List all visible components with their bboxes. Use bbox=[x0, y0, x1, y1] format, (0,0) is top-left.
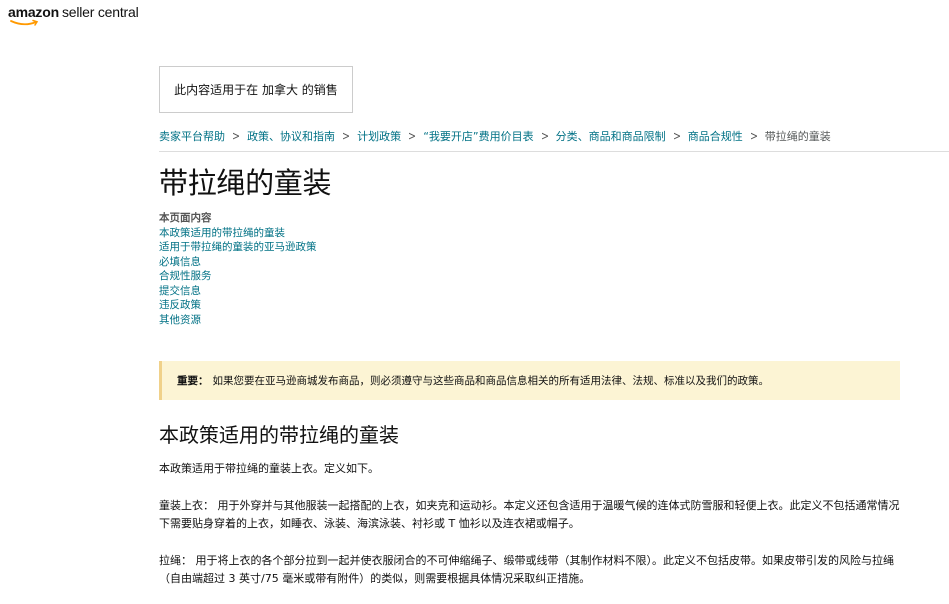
definition-text: 用于将上衣的各个部分拉到一起并使衣服闭合的不可伸缩绳子、缎带或线带（其制作材料不… bbox=[159, 554, 894, 585]
definition-children-outerwear: 童装上衣： 用于外穿并与其他服装一起搭配的上衣，如夹克和运动衫。本定义还包含适用… bbox=[159, 497, 904, 533]
definition-term: 拉绳： bbox=[159, 554, 192, 567]
page: amazon seller central 此内容适用于在 加拿大 的销售 卖家… bbox=[0, 0, 949, 604]
definition-drawstring: 拉绳： 用于将上衣的各个部分拉到一起并使衣服闭合的不可伸缩绳子、缎带或线带（其制… bbox=[159, 552, 904, 588]
breadcrumb-divider bbox=[159, 151, 949, 152]
breadcrumb-link-program-policies[interactable]: 计划政策 bbox=[357, 128, 401, 144]
amazon-smile-icon bbox=[10, 19, 39, 26]
chevron-right-icon: > bbox=[408, 129, 417, 143]
breadcrumb-link-help[interactable]: 卖家平台帮助 bbox=[159, 128, 225, 144]
definition-term: 童装上衣： bbox=[159, 499, 214, 512]
breadcrumb-link-fee-schedule[interactable]: “我要开店”费用价目表 bbox=[423, 128, 533, 144]
chevron-right-icon: > bbox=[749, 129, 758, 143]
logo-product: seller central bbox=[61, 4, 139, 20]
marketplace-notice: 此内容适用于在 加拿大 的销售 bbox=[159, 66, 353, 113]
chevron-right-icon: > bbox=[540, 129, 549, 143]
toc-link-required-info[interactable]: 必填信息 bbox=[159, 255, 317, 270]
toc-link-additional-resources[interactable]: 其他资源 bbox=[159, 313, 317, 328]
toc-link-amazon-policy[interactable]: 适用于带拉绳的童装的亚马逊政策 bbox=[159, 240, 317, 255]
breadcrumb: 卖家平台帮助 > 政策、协议和指南 > 计划政策 > “我要开店”费用价目表 >… bbox=[159, 128, 831, 144]
toc-link-scope[interactable]: 本政策适用的带拉绳的童装 bbox=[159, 226, 317, 241]
toc-heading: 本页面内容 bbox=[159, 212, 212, 224]
toc-link-compliance-services[interactable]: 合规性服务 bbox=[159, 269, 317, 284]
chevron-right-icon: > bbox=[232, 129, 241, 143]
table-of-contents: 本页面内容 本政策适用的带拉绳的童装 适用于带拉绳的童装的亚马逊政策 必填信息 … bbox=[159, 211, 317, 327]
breadcrumb-link-category-restrictions[interactable]: 分类、商品和商品限制 bbox=[556, 128, 666, 144]
breadcrumb-link-product-compliance[interactable]: 商品合规性 bbox=[688, 128, 743, 144]
chevron-right-icon: > bbox=[342, 129, 351, 143]
chevron-right-icon: > bbox=[672, 129, 681, 143]
section-title: 本政策适用的带拉绳的童装 bbox=[159, 423, 399, 447]
important-alert: 重要： 如果您要在亚马逊商城发布商品，则必须遵守与这些商品和商品信息相关的所有适… bbox=[159, 361, 900, 400]
page-title: 带拉绳的童装 bbox=[159, 166, 332, 200]
alert-text: 如果您要在亚马逊商城发布商品，则必须遵守与这些商品和商品信息相关的所有适用法律、… bbox=[212, 375, 770, 387]
toc-link-policy-violations[interactable]: 违反政策 bbox=[159, 298, 317, 313]
definition-text: 用于外穿并与其他服装一起搭配的上衣，如夹克和运动衫。本定义还包含适用于温暖气候的… bbox=[159, 499, 900, 530]
toc-link-submit-info[interactable]: 提交信息 bbox=[159, 284, 317, 299]
marketplace-notice-text: 此内容适用于在 加拿大 的销售 bbox=[174, 83, 338, 97]
logo-brand: amazon bbox=[8, 4, 59, 20]
breadcrumb-link-policies[interactable]: 政策、协议和指南 bbox=[247, 128, 335, 144]
alert-label: 重要： bbox=[177, 375, 209, 387]
breadcrumb-current: 带拉绳的童装 bbox=[764, 130, 831, 143]
seller-central-logo[interactable]: amazon seller central bbox=[8, 4, 139, 26]
section-intro: 本政策适用于带拉绳的童装上衣。定义如下。 bbox=[159, 462, 379, 475]
